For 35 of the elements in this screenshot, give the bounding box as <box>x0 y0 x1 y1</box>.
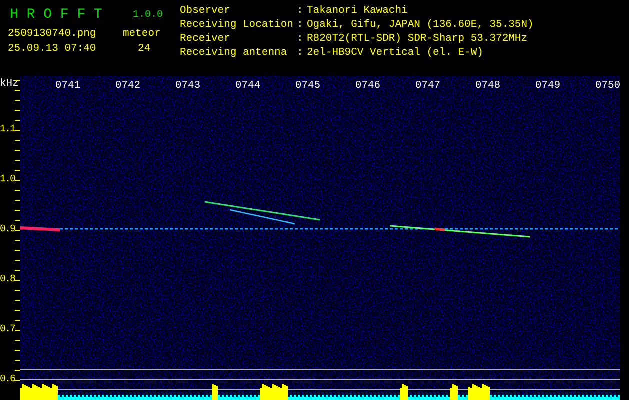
frequency-label: 1.0 <box>0 174 16 186</box>
version-label: 1.0.0 <box>132 10 164 20</box>
meteor-count: 24 <box>137 42 152 54</box>
time-label: 0745 <box>295 80 321 92</box>
time-label: 0743 <box>175 80 201 92</box>
time-label: 0746 <box>355 80 381 92</box>
date-time: 25.09.13 07:40 <box>8 42 98 54</box>
time-label: 0744 <box>235 80 261 92</box>
info-value: 2el-HB9CV Vertical (el. E-W) <box>307 47 484 59</box>
time-label: 0742 <box>115 80 141 92</box>
info-colon: : <box>297 47 304 59</box>
time-label: 0747 <box>415 80 441 92</box>
frequency-label: 1.1 <box>0 124 16 136</box>
info-value: R820T2(RTL-SDR) SDR-Sharp 53.372MHz <box>307 33 529 45</box>
info-colon: : <box>297 19 304 31</box>
frequency-label: 0.7 <box>0 324 16 336</box>
info-colon: : <box>297 33 304 45</box>
info-colon: : <box>297 5 304 17</box>
meteor-label: meteor <box>123 28 162 40</box>
info-label: Receiving antenna <box>180 47 288 59</box>
info-label: Observer <box>180 5 232 17</box>
time-label: 0750 <box>595 80 621 92</box>
frequency-label: 0.6 <box>0 374 16 386</box>
frequency-label: 0.9 <box>0 224 16 236</box>
info-label: Receiver <box>180 33 232 45</box>
unit-label: kHz <box>0 78 19 90</box>
time-label: 0741 <box>55 80 81 92</box>
time-label: 0749 <box>535 80 561 92</box>
app-title: H R O F F T <box>9 7 104 23</box>
info-value: Ogaki, Gifu, JAPAN (136.60E, 35.35N) <box>307 19 534 31</box>
info-label: Receiving Location <box>180 19 294 31</box>
time-label: 0748 <box>475 80 501 92</box>
frequency-label: 0.8 <box>0 274 16 286</box>
info-value: Takanori Kawachi <box>307 5 409 17</box>
file-name: 2509130740.png <box>8 28 98 40</box>
